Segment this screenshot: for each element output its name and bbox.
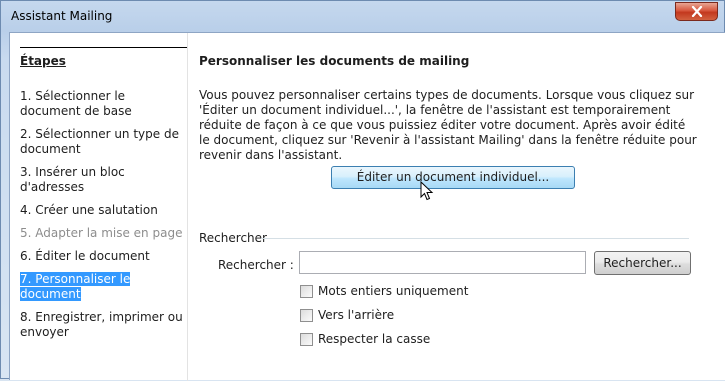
steps-title: Étapes	[20, 54, 66, 68]
steps-list: 1. Sélectionner le document de base 2. S…	[20, 89, 185, 340]
match-case-label: Respecter la casse	[318, 332, 431, 346]
step-2[interactable]: 2. Sélectionner un type de document	[20, 127, 185, 157]
backwards-checkbox[interactable]	[300, 308, 313, 322]
close-button[interactable]	[675, 2, 718, 21]
step-1[interactable]: 1. Sélectionner le document de base	[20, 89, 185, 119]
page-heading: Personnaliser les documents de mailing	[199, 54, 470, 68]
step-6[interactable]: 6. Éditer le document	[20, 249, 185, 264]
step-label: Sélectionner un type de document	[20, 127, 179, 156]
assistant-mailing-window: Assistant Mailing Étapes 1. Sélectionner…	[0, 0, 725, 381]
window-title: Assistant Mailing	[11, 9, 113, 23]
search-group-divider	[261, 238, 689, 239]
close-icon	[691, 6, 702, 17]
panel-separator	[187, 33, 188, 381]
step-label: Sélectionner le document de base	[20, 89, 132, 118]
search-button[interactable]: Rechercher...	[594, 251, 691, 275]
step-5: 5. Adapter la mise en page	[20, 226, 183, 240]
whole-words-checkbox[interactable]	[300, 284, 313, 298]
step-label: Créer une salutation	[35, 203, 158, 217]
search-field-label: Rechercher :	[218, 258, 294, 272]
step-7[interactable]: 7. Personnaliser le document	[20, 272, 185, 302]
match-case-option[interactable]: Respecter la casse	[300, 332, 430, 346]
step-label: Éditer le document	[35, 249, 150, 263]
title-bar[interactable]: Assistant Mailing	[1, 1, 724, 33]
whole-words-option[interactable]: Mots entiers uniquement	[300, 284, 468, 298]
step-8[interactable]: 8. Enregistrer, imprimer ou envoyer	[20, 310, 185, 340]
step-3[interactable]: 3. Insérer un bloc d'adresses	[20, 165, 185, 195]
description-text: Vous pouvez personnaliser certains types…	[199, 88, 697, 162]
step-label: Adapter la mise en page	[35, 226, 183, 240]
step-label: Enregistrer, imprimer ou envoyer	[20, 310, 183, 339]
search-group-label: Rechercher	[199, 231, 267, 245]
step-label: Personnaliser le document	[20, 272, 131, 301]
dialog-content: Étapes 1. Sélectionner le document de ba…	[9, 32, 725, 381]
mouse-cursor-icon	[420, 181, 434, 201]
backwards-option[interactable]: Vers l'arrière	[300, 308, 394, 322]
steps-divider	[20, 47, 187, 48]
match-case-checkbox[interactable]	[300, 332, 313, 346]
edit-individual-document-button[interactable]: Éditer un document individuel...	[331, 166, 575, 189]
whole-words-label: Mots entiers uniquement	[318, 284, 469, 298]
search-input[interactable]	[299, 251, 586, 274]
step-label: Insérer un bloc d'adresses	[20, 165, 125, 194]
step-4[interactable]: 4. Créer une salutation	[20, 203, 185, 218]
backwards-label: Vers l'arrière	[318, 308, 395, 322]
